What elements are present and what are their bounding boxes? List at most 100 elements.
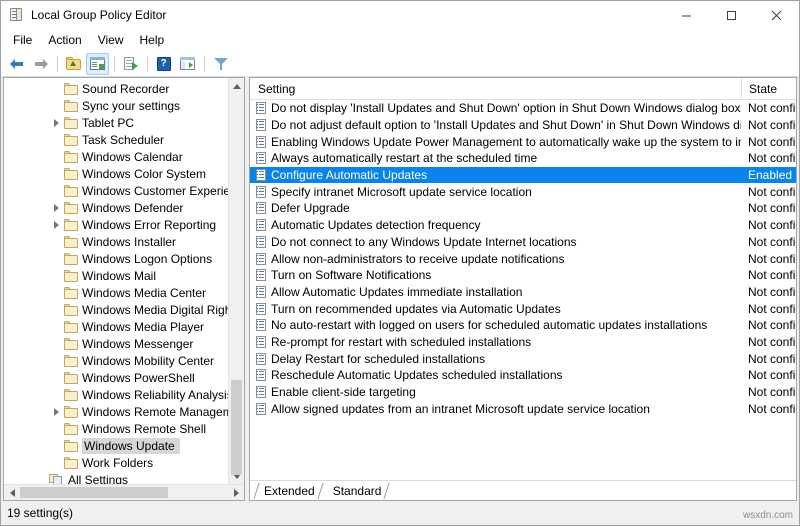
tree-item[interactable]: Windows Mail — [4, 267, 228, 284]
new-window-button[interactable] — [176, 53, 199, 75]
settings-list[interactable]: Do not display 'Install Updates and Shut… — [250, 100, 796, 480]
policy-setting-icon — [256, 369, 266, 382]
tree-item[interactable]: Windows Remote Shell — [4, 420, 228, 437]
tree-scroll-up-button[interactable] — [229, 78, 244, 94]
tree-item[interactable]: Windows Remote Management — [4, 403, 228, 420]
tree-item[interactable]: Windows Error Reporting — [4, 216, 228, 233]
tree-item[interactable]: Windows Color System — [4, 165, 228, 182]
console-tree[interactable]: Sound Recorder Sync your settings Tablet P… — [4, 78, 228, 484]
tree-item-label: Windows Reliability Analysis — [82, 387, 228, 402]
tree-item-label: Windows Calendar — [82, 149, 183, 164]
tree-item[interactable]: Windows Media Player — [4, 318, 228, 335]
chevron-right-icon[interactable] — [49, 403, 64, 420]
table-row[interactable]: Enabling Windows Update Power Management… — [250, 133, 796, 150]
table-row[interactable]: Re-prompt for restart with scheduled ins… — [250, 334, 796, 351]
tree-item[interactable]: Sync your settings — [4, 97, 228, 114]
toolbar-separator — [204, 55, 205, 72]
tree-horizontal-scrollbar[interactable] — [4, 484, 244, 500]
tree-expander-empty — [49, 318, 64, 335]
table-row[interactable]: Do not display 'Install Updates and Shut… — [250, 100, 796, 117]
table-row[interactable]: Do not adjust default option to 'Install… — [250, 117, 796, 134]
tree-hscroll-thumb[interactable] — [20, 487, 168, 498]
table-row[interactable]: Reschedule Automatic Updates scheduled i… — [250, 367, 796, 384]
policy-setting-state: Not configu — [748, 218, 796, 233]
up-one-level-button[interactable] — [62, 53, 85, 75]
table-row[interactable]: Defer Upgrade Not configu — [250, 200, 796, 217]
show-hide-console-tree-button[interactable] — [86, 52, 109, 75]
tab-standard[interactable]: Standard — [323, 482, 391, 500]
tree-item-label: Windows Customer Experience I — [82, 183, 228, 198]
chevron-right-icon[interactable] — [49, 114, 64, 131]
tree-item[interactable]: Windows Logon Options — [4, 250, 228, 267]
tree-item[interactable]: Windows Messenger — [4, 335, 228, 352]
forward-icon — [33, 56, 49, 72]
tree-item-label: Tablet PC — [82, 115, 135, 130]
folder-icon — [64, 456, 78, 469]
chevron-right-icon[interactable] — [49, 199, 64, 216]
folder-icon — [64, 133, 78, 146]
tree-item[interactable]: Windows Reliability Analysis — [4, 386, 228, 403]
help-button[interactable]: ? — [152, 53, 175, 75]
policy-setting-name: Allow non-administrators to receive upda… — [271, 251, 565, 266]
chevron-right-icon[interactable] — [49, 216, 64, 233]
toolbar: ? — [1, 51, 799, 77]
tree-item[interactable]: Tablet PC — [4, 114, 228, 131]
column-header-setting[interactable]: Setting — [250, 82, 741, 96]
tree-item[interactable]: Windows Installer — [4, 233, 228, 250]
export-list-button[interactable] — [119, 53, 142, 75]
tree-item[interactable]: Windows Mobility Center — [4, 352, 228, 369]
table-row[interactable]: Do not connect to any Windows Update Int… — [250, 234, 796, 251]
policy-setting-icon — [256, 102, 266, 115]
tree-item[interactable]: Windows Defender — [4, 199, 228, 216]
minimize-button[interactable] — [664, 1, 709, 30]
tree-item[interactable]: Windows Update — [4, 437, 228, 454]
tree-item[interactable]: Windows Calendar — [4, 148, 228, 165]
folder-icon — [64, 184, 78, 197]
tree-expander-empty — [34, 471, 49, 484]
tree-scroll-track[interactable] — [229, 94, 244, 475]
filter-icon — [213, 57, 228, 71]
menu-item-file[interactable]: File — [5, 31, 40, 50]
show-hide-console-tree-icon — [90, 57, 105, 70]
menu-item-action[interactable]: Action — [40, 31, 89, 50]
table-row[interactable]: Allow Automatic Updates immediate instal… — [250, 284, 796, 301]
tree-item[interactable]: Windows Customer Experience I — [4, 182, 228, 199]
all-settings-icon — [49, 473, 64, 484]
table-row[interactable]: Specify intranet Microsoft update servic… — [250, 183, 796, 200]
policy-setting-name: Automatic Updates detection frequency — [271, 218, 481, 233]
tree-item[interactable]: All Settings — [4, 471, 228, 484]
tree-item[interactable]: Work Folders — [4, 454, 228, 471]
table-row[interactable]: Automatic Updates detection frequency Not… — [250, 217, 796, 234]
policy-setting-name: Do not connect to any Windows Update Int… — [271, 234, 577, 249]
tree-item[interactable]: Windows PowerShell — [4, 369, 228, 386]
forward-button[interactable] — [29, 53, 52, 75]
tree-item[interactable]: Windows Media Digital Rights M — [4, 301, 228, 318]
tab-extended[interactable]: Extended — [253, 482, 324, 500]
table-row[interactable]: Configure Automatic Updates Enabled — [250, 166, 796, 184]
filter-button[interactable] — [209, 53, 232, 75]
menu-item-help[interactable]: Help — [132, 31, 173, 50]
maximize-button[interactable] — [709, 1, 754, 30]
table-row[interactable]: Turn on Software Notifications Not config… — [250, 267, 796, 284]
table-row[interactable]: Allow signed updates from an intranet Mi… — [250, 400, 796, 417]
tree-hscroll-track[interactable] — [20, 485, 228, 500]
table-row[interactable]: Delay Restart for scheduled installation… — [250, 350, 796, 367]
tree-scroll-thumb[interactable] — [231, 380, 242, 475]
tree-item[interactable]: Windows Media Center — [4, 284, 228, 301]
menu-item-view[interactable]: View — [90, 31, 132, 50]
policy-setting-name: Allow Automatic Updates immediate instal… — [271, 284, 523, 299]
close-button[interactable] — [754, 1, 799, 30]
tree-vertical-scrollbar[interactable] — [228, 78, 244, 484]
tree-item[interactable]: Task Scheduler — [4, 131, 228, 148]
tree-scroll-left-button[interactable] — [4, 485, 20, 500]
tree-item[interactable]: Sound Recorder — [4, 80, 228, 97]
tree-scroll-right-button[interactable] — [228, 485, 244, 500]
back-button[interactable] — [5, 53, 28, 75]
column-header-state[interactable]: State — [741, 77, 796, 100]
table-row[interactable]: Always automatically restart at the sche… — [250, 150, 796, 167]
tree-item-label: Windows Media Player — [82, 319, 205, 334]
table-row[interactable]: Enable client-side targeting Not configu — [250, 384, 796, 401]
table-row[interactable]: No auto-restart with logged on users for… — [250, 317, 796, 334]
table-row[interactable]: Allow non-administrators to receive upda… — [250, 250, 796, 267]
table-row[interactable]: Turn on recommended updates via Automati… — [250, 300, 796, 317]
